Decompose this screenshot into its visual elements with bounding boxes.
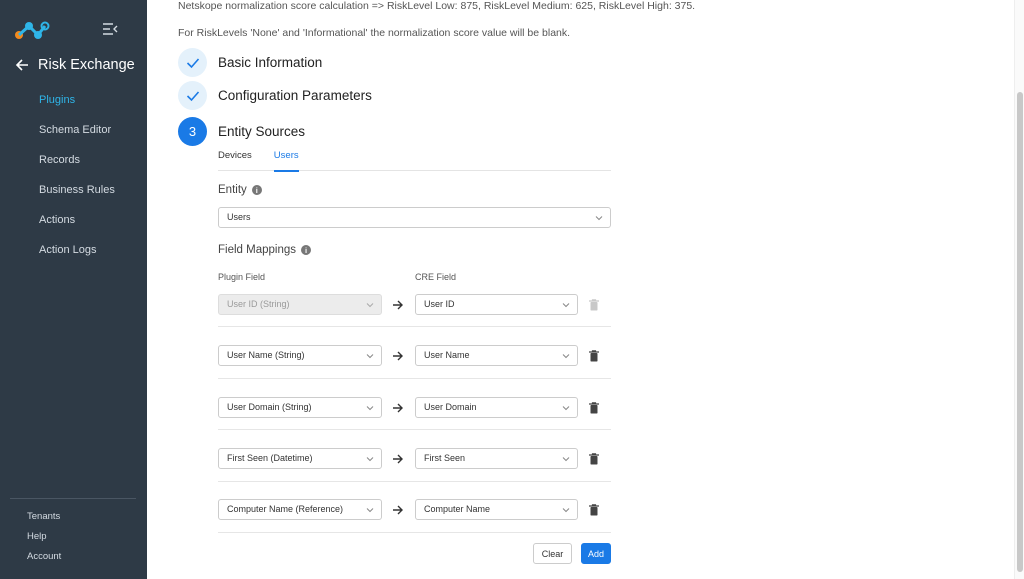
- entity-select[interactable]: Users: [218, 207, 611, 228]
- sidebar-item-account[interactable]: Account: [27, 551, 61, 571]
- sidebar-bottom-nav: Tenants Help Account: [27, 511, 61, 571]
- scrollbar-thumb[interactable]: [1017, 92, 1023, 572]
- collapse-menu-icon[interactable]: [102, 22, 118, 36]
- sidebar-item-schema-editor[interactable]: Schema Editor: [39, 122, 115, 152]
- field-mappings-label-text: Field Mappings: [218, 244, 296, 256]
- chevron-down-icon: [562, 508, 570, 513]
- plugin-field-select[interactable]: User Name (String): [218, 345, 382, 366]
- main-content: Netskope normalization score calculation…: [147, 0, 1014, 579]
- chevron-down-icon: [366, 457, 374, 462]
- step-entity-sources[interactable]: 3 Entity Sources: [178, 117, 305, 146]
- plugin-field-select[interactable]: First Seen (Datetime): [218, 448, 382, 469]
- info-icon[interactable]: i: [300, 245, 311, 255]
- cre-field-select[interactable]: User Name: [415, 345, 578, 366]
- sidebar-item-records[interactable]: Records: [39, 152, 115, 182]
- plugin-field-select: User ID (String): [218, 294, 382, 315]
- arrow-right-icon: [393, 351, 403, 361]
- chevron-down-icon: [366, 406, 374, 411]
- cre-field-value: First Seen: [424, 453, 466, 463]
- sidebar-item-help[interactable]: Help: [27, 531, 61, 551]
- cre-field-select[interactable]: User Domain: [415, 397, 578, 418]
- trash-icon[interactable]: [589, 402, 599, 414]
- step-configuration-parameters[interactable]: Configuration Parameters: [178, 81, 372, 110]
- blank-score-info: For RiskLevels 'None' and 'Informational…: [178, 27, 571, 39]
- normalization-info: Netskope normalization score calculation…: [178, 0, 696, 12]
- chevron-down-icon: [562, 457, 570, 462]
- row-divider: [218, 326, 611, 327]
- trash-icon[interactable]: [589, 453, 599, 465]
- check-icon: [186, 57, 199, 68]
- sidebar-title: Risk Exchange: [38, 57, 135, 73]
- step-title: Configuration Parameters: [218, 88, 372, 103]
- step-title: Basic Information: [218, 55, 323, 70]
- add-button[interactable]: Add: [581, 543, 611, 564]
- step-done-indicator: [178, 81, 207, 110]
- arrow-right-icon: [393, 300, 403, 310]
- plugin-field-value: First Seen (Datetime): [227, 453, 313, 463]
- chevron-down-icon: [562, 354, 570, 359]
- tab-users[interactable]: Users: [273, 145, 299, 172]
- page-scrollbar[interactable]: [1014, 0, 1024, 579]
- chevron-down-icon: [562, 406, 570, 411]
- cre-field-value: User Name: [424, 350, 470, 360]
- row-divider: [218, 429, 611, 430]
- row-divider: [218, 532, 611, 533]
- entity-label-text: Entity: [218, 184, 247, 196]
- tab-devices[interactable]: Devices: [218, 145, 252, 171]
- plugin-field-value: Computer Name (Reference): [227, 504, 344, 514]
- field-mappings-label: Field Mappings i: [218, 244, 311, 256]
- plugin-field-select[interactable]: Computer Name (Reference): [218, 499, 382, 520]
- chevron-down-icon: [562, 303, 570, 308]
- chevron-down-icon: [366, 303, 374, 308]
- plugin-field-value: User Name (String): [227, 350, 305, 360]
- chevron-down-icon: [595, 216, 603, 221]
- sidebar-item-actions[interactable]: Actions: [39, 212, 115, 242]
- trash-icon[interactable]: [589, 504, 599, 516]
- sidebar-item-action-logs[interactable]: Action Logs: [39, 242, 115, 272]
- cre-field-value: User ID: [424, 299, 455, 309]
- sidebar-item-tenants[interactable]: Tenants: [27, 511, 61, 531]
- sidebar-item-plugins[interactable]: Plugins: [39, 92, 115, 122]
- trash-icon: [589, 299, 599, 311]
- plugin-field-value: User Domain (String): [227, 402, 312, 412]
- sidebar-divider: [10, 498, 136, 499]
- entity-label: Entity i: [218, 184, 262, 196]
- chevron-down-icon: [366, 508, 374, 513]
- cre-field-select[interactable]: First Seen: [415, 448, 578, 469]
- arrow-right-icon: [393, 454, 403, 464]
- clear-button[interactable]: Clear: [533, 543, 572, 564]
- step-title: Entity Sources: [218, 124, 306, 139]
- cre-field-select[interactable]: User ID: [415, 294, 578, 315]
- cre-field-value: Computer Name: [424, 504, 491, 514]
- entity-source-tabs: Devices Users: [218, 145, 611, 172]
- cre-field-value: User Domain: [424, 402, 477, 412]
- cre-field-header: CRE Field: [415, 272, 457, 282]
- check-icon: [186, 90, 199, 101]
- cre-field-select[interactable]: Computer Name: [415, 499, 578, 520]
- step-basic-information[interactable]: Basic Information: [178, 48, 322, 77]
- plugin-field-header: Plugin Field: [218, 272, 266, 282]
- entity-select-value: Users: [227, 212, 251, 222]
- arrow-left-icon: [15, 59, 28, 71]
- arrow-right-icon: [393, 505, 403, 515]
- plugin-field-select[interactable]: User Domain (String): [218, 397, 382, 418]
- sidebar-item-business-rules[interactable]: Business Rules: [39, 182, 115, 212]
- step-number: 3: [178, 117, 207, 146]
- info-icon[interactable]: i: [251, 185, 262, 195]
- sidebar: Risk Exchange Plugins Schema Editor Reco…: [0, 0, 147, 579]
- row-divider: [218, 481, 611, 482]
- chevron-down-icon: [366, 354, 374, 359]
- back-to-risk-exchange[interactable]: Risk Exchange: [14, 57, 135, 73]
- sidebar-nav: Plugins Schema Editor Records Business R…: [39, 92, 115, 272]
- plugin-field-value: User ID (String): [227, 299, 290, 309]
- netskope-logo-icon: [15, 21, 50, 39]
- trash-icon[interactable]: [589, 350, 599, 362]
- step-done-indicator: [178, 48, 207, 77]
- arrow-right-icon: [393, 403, 403, 413]
- row-divider: [218, 378, 611, 379]
